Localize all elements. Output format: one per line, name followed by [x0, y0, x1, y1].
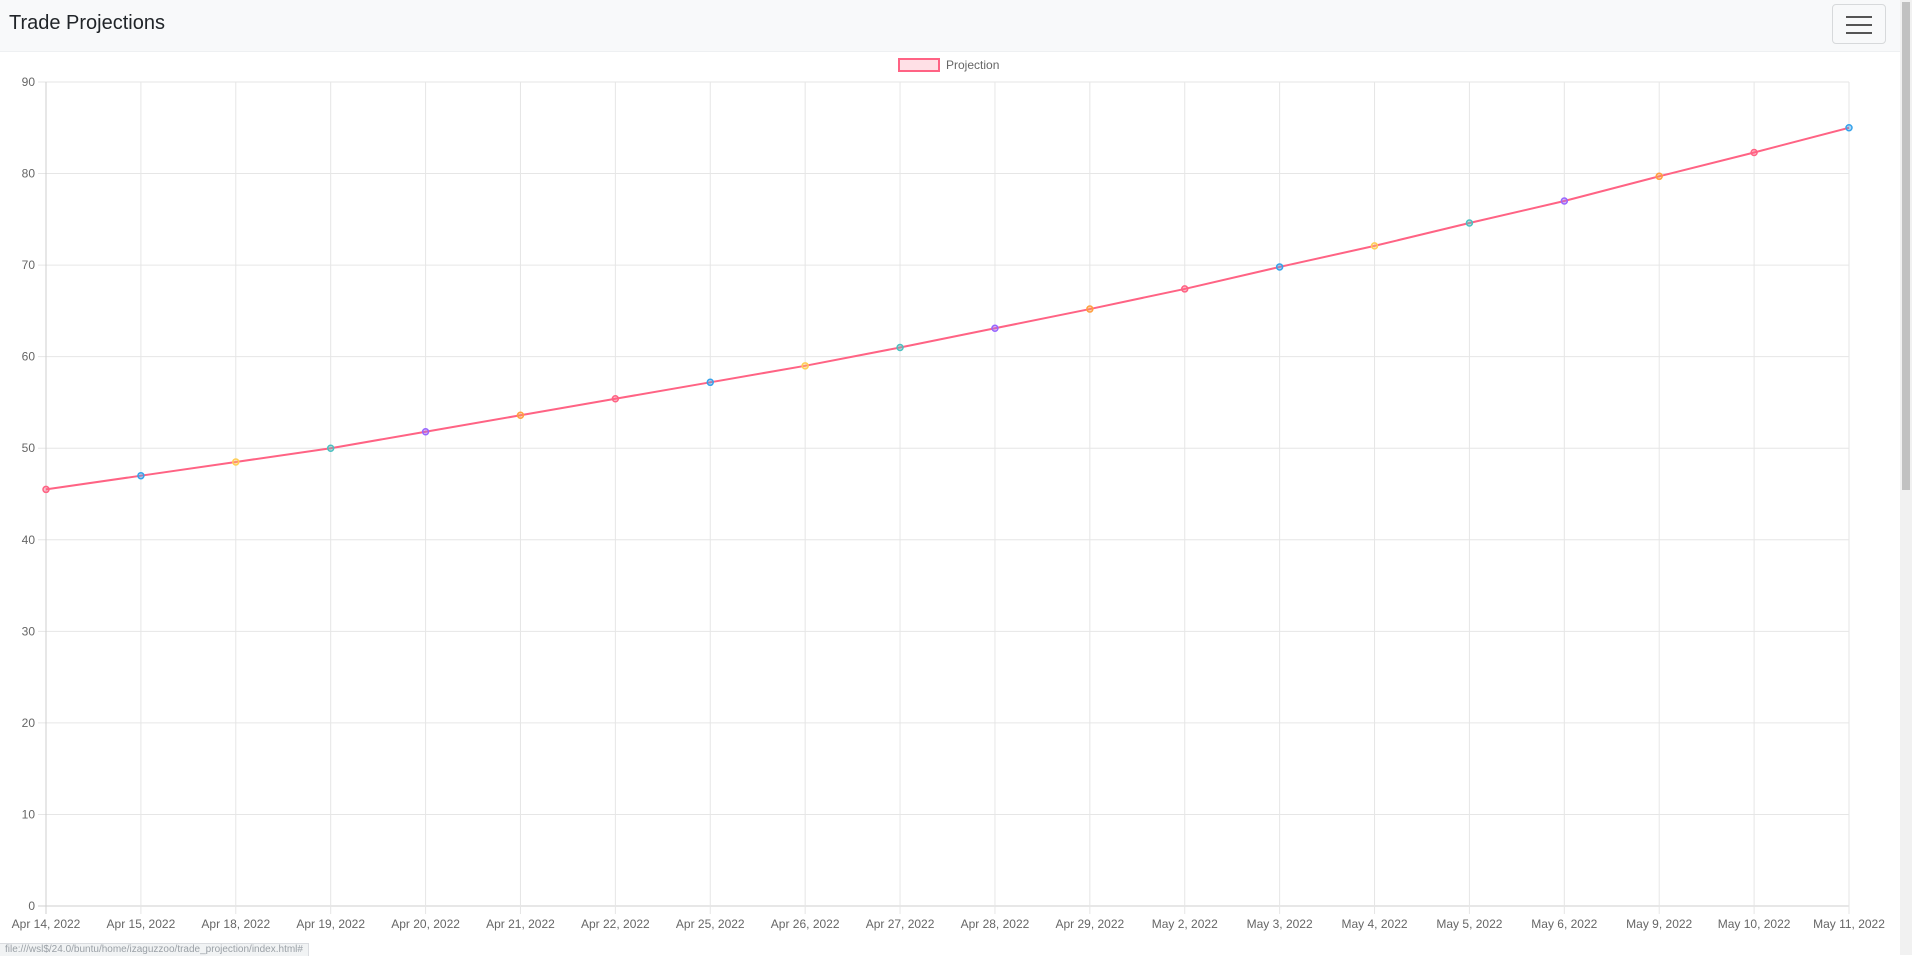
data-point[interactable] [1845, 124, 1853, 132]
data-point[interactable] [1086, 305, 1094, 313]
data-point[interactable] [516, 411, 525, 420]
data-point[interactable] [611, 395, 620, 403]
y-tick-label: 40 [22, 533, 36, 547]
x-tick-label: May 3, 2022 [1247, 917, 1313, 931]
y-axis: 0 10 20 30 40 50 60 70 80 90 [22, 75, 36, 913]
series-line-projection [45, 126, 1850, 491]
x-tick-label: May 9, 2022 [1626, 917, 1692, 931]
y-tick-label: 60 [22, 350, 36, 364]
x-tick-label: Apr 14, 2022 [12, 917, 81, 931]
x-tick-label: May 5, 2022 [1436, 917, 1502, 931]
data-point[interactable] [137, 471, 145, 480]
legend-label: Projection [946, 58, 999, 72]
legend[interactable]: Projection [898, 58, 999, 72]
navbar: Trade Projections [0, 0, 1900, 52]
x-tick-label: Apr 20, 2022 [391, 917, 460, 931]
y-tick-label: 30 [22, 624, 36, 638]
hamburger-icon-bar [1846, 32, 1872, 34]
x-axis: Apr 14, 2022 Apr 15, 2022 Apr 18, 2022 Apr … [12, 917, 1886, 931]
data-point[interactable] [896, 343, 904, 352]
x-tick-label: Apr 22, 2022 [581, 917, 650, 931]
x-gridlines [45, 82, 1850, 914]
x-tick-label: Apr 29, 2022 [1055, 917, 1124, 931]
data-point[interactable] [1655, 172, 1663, 181]
data-point[interactable] [326, 444, 335, 452]
y-tick-label: 20 [22, 716, 36, 730]
navbar-toggler-button[interactable] [1832, 4, 1886, 44]
data-point[interactable] [1370, 242, 1379, 250]
y-gridlines [38, 81, 1849, 907]
scrollbar-thumb[interactable] [1902, 2, 1910, 490]
data-point[interactable] [1275, 263, 1284, 271]
data-point[interactable] [1750, 148, 1758, 157]
x-tick-label: Apr 18, 2022 [201, 917, 270, 931]
y-tick-label: 50 [22, 441, 36, 455]
page-scrollbar[interactable] [1900, 0, 1912, 955]
x-tick-label: May 4, 2022 [1342, 917, 1408, 931]
y-tick-label: 70 [22, 258, 36, 272]
data-point[interactable] [421, 427, 430, 436]
y-tick-label: 80 [22, 167, 36, 181]
x-tick-label: Apr 27, 2022 [866, 917, 935, 931]
x-tick-label: May 11, 2022 [1813, 917, 1885, 931]
x-tick-label: Apr 28, 2022 [961, 917, 1030, 931]
points-layer [42, 124, 1853, 494]
data-point[interactable] [1465, 219, 1474, 227]
data-point[interactable] [706, 378, 715, 387]
data-point[interactable] [991, 324, 999, 333]
x-tick-label: May 10, 2022 [1718, 917, 1791, 931]
x-tick-label: May 2, 2022 [1152, 917, 1218, 931]
data-point[interactable] [1560, 197, 1569, 205]
x-tick-label: Apr 26, 2022 [771, 917, 840, 931]
x-tick-label: Apr 19, 2022 [296, 917, 365, 931]
data-point[interactable] [801, 362, 809, 370]
data-point[interactable] [1180, 285, 1189, 293]
x-tick-label: Apr 21, 2022 [486, 917, 555, 931]
navbar-brand[interactable]: Trade Projections [9, 12, 165, 35]
x-tick-label: Apr 15, 2022 [107, 917, 176, 931]
data-point[interactable] [232, 458, 240, 466]
data-point[interactable] [42, 485, 50, 494]
series-layer [45, 126, 1850, 491]
y-tick-label: 90 [22, 75, 36, 89]
chart-container: Projection 0 10 20 30 40 50 60 70 80 90 Apr 14, 2… [0, 51, 1900, 941]
status-bar-url: file:///wsl$/24.0/buntu/home/izaguzzoo/t… [0, 943, 309, 956]
x-tick-label: Apr 25, 2022 [676, 917, 745, 931]
hamburger-icon-bar [1846, 24, 1872, 26]
y-tick-label: 10 [22, 807, 36, 821]
y-tick-label: 0 [28, 899, 35, 913]
legend-swatch [898, 58, 940, 72]
x-tick-label: May 6, 2022 [1531, 917, 1597, 931]
line-chart: Projection 0 10 20 30 40 50 60 70 80 90 Apr 14, 2… [12, 58, 1886, 931]
hamburger-icon [1846, 16, 1872, 18]
